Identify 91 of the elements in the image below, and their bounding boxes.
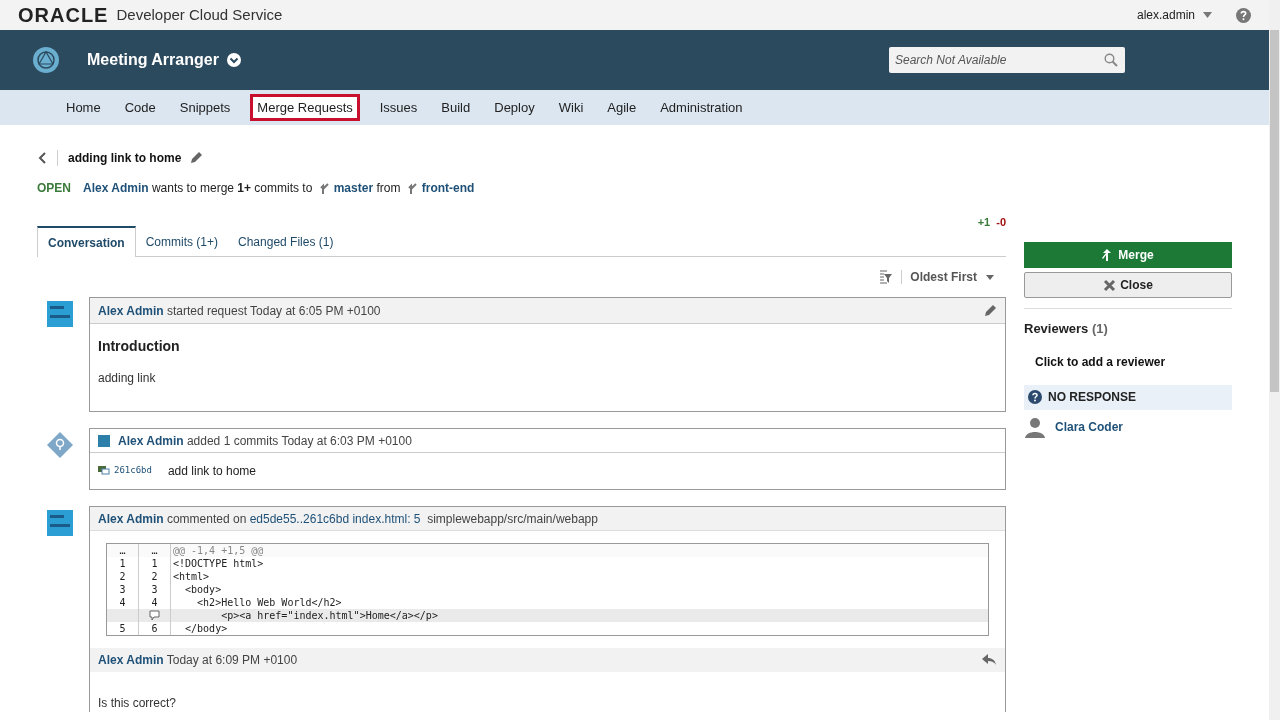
nav-tab[interactable]: Agile	[603, 94, 641, 121]
entry-header: Alex Admin commented on ed5de55..261c6bd index.html: 5 simplewebapp/src/main/webapp	[98, 510, 598, 528]
line-number: 4	[119, 597, 126, 608]
branch-icon	[319, 182, 330, 194]
pencil-icon[interactable]	[983, 303, 997, 318]
line-number: 2	[119, 571, 126, 582]
user-avatar-icon	[47, 301, 73, 327]
line-number: 1	[119, 558, 126, 569]
line-number: 3	[151, 583, 158, 596]
person-silhouette-icon	[1024, 415, 1046, 438]
line-number: 2	[151, 570, 158, 583]
scrollbar[interactable]	[1269, 0, 1280, 720]
request-title: adding link to home	[68, 150, 182, 167]
nav-tab[interactable]: Build	[437, 94, 475, 121]
reply-icon[interactable]	[982, 654, 997, 666]
description-heading: Introduction	[98, 337, 181, 356]
commit-hash-link[interactable]: 261c6bd	[114, 464, 152, 478]
nav-tab[interactable]: Merge Requests	[250, 94, 360, 121]
author-link[interactable]: Alex Admin	[98, 653, 164, 667]
sort-dropdown[interactable]: Oldest First	[910, 268, 994, 286]
branch-link[interactable]: front-end	[421, 181, 475, 195]
dropdown-circle-icon[interactable]	[226, 53, 241, 67]
lines-added: +1	[977, 215, 991, 228]
author-link[interactable]: Alex Admin	[98, 511, 164, 526]
user-avatar	[98, 434, 110, 447]
code-line: <p><a href="index.html">Home</a></p>	[220, 609, 438, 622]
nav-tab[interactable]: Code	[120, 94, 160, 121]
project-logo-icon	[32, 46, 60, 74]
line-number: 1	[151, 557, 158, 570]
reply-header: Alex Admin Today at 6:09 PM +0100	[98, 652, 298, 669]
response-status: NO RESPONSE	[1048, 389, 1137, 406]
commit-range-link[interactable]: ed5de55..261c6bd	[249, 511, 350, 526]
code-line: <h2>Hello Web World</h2>	[196, 596, 342, 609]
close-icon	[1103, 278, 1117, 292]
author-link[interactable]: Alex Admin	[118, 433, 184, 448]
brand-logo: ORACLE	[18, 3, 109, 28]
code-line: </body>	[184, 622, 228, 635]
nav-tab[interactable]: Issues	[375, 94, 422, 121]
reviewers-heading: Reviewers (1)	[1024, 321, 1108, 336]
line-number: 4	[151, 596, 158, 609]
line-number: …	[119, 545, 126, 556]
branch-icon	[407, 182, 418, 194]
reviewer-link[interactable]: Clara Coder	[1055, 417, 1124, 436]
comment-icon[interactable]	[149, 610, 160, 621]
nav-tab[interactable]: Deploy	[490, 94, 539, 121]
code-line: @@ -1,4 +1,5 @@	[172, 544, 264, 557]
commit-message: add link to home	[167, 463, 256, 480]
line-number: 6	[151, 622, 158, 635]
content-tab[interactable]: Commits (1+)	[135, 226, 229, 257]
description-text: adding link	[98, 370, 157, 387]
scrollbar-thumb[interactable]	[1270, 30, 1279, 392]
search-icon[interactable]	[1104, 53, 1118, 67]
pencil-icon[interactable]	[189, 151, 204, 165]
code-line: <html>	[172, 570, 210, 583]
commit-diamond-icon	[47, 432, 73, 458]
merge-button[interactable]: Merge	[1024, 242, 1232, 268]
commit-comment-icon	[98, 465, 110, 477]
nav-tab[interactable]: Wiki	[554, 94, 588, 121]
filter-icon[interactable]	[879, 270, 894, 284]
search-field[interactable]: Search Not Available	[889, 47, 1125, 73]
caret-icon	[986, 274, 994, 280]
product-name: Developer Cloud Service	[116, 4, 283, 25]
project-name[interactable]: Meeting Arranger	[87, 48, 219, 72]
status-label: OPEN	[37, 180, 71, 197]
merge-summary: Alex Admin wants to merge 1+ commits to master from front-end	[83, 180, 475, 197]
comment-text: Is this correct?	[97, 695, 178, 712]
code-line: <!DOCTYPE html>	[172, 557, 264, 570]
entry-header: Alex Admin added 1 commits Today at 6:03 PM +0100	[118, 432, 412, 450]
question-icon	[1028, 390, 1042, 404]
file-link[interactable]: index.html: 5	[352, 511, 421, 526]
merge-icon	[1102, 249, 1113, 261]
lines-removed: -0	[996, 215, 1006, 228]
content-tab[interactable]: Changed Files (1)	[228, 226, 344, 257]
code-line: <body>	[184, 583, 222, 596]
nav-tab[interactable]: Snippets	[175, 94, 235, 121]
help-icon[interactable]	[1236, 7, 1251, 23]
author-link[interactable]: Alex Admin	[83, 181, 149, 195]
nav-tab[interactable]: Home	[62, 94, 105, 121]
caret-icon	[1203, 12, 1212, 18]
user-avatar-icon	[47, 510, 73, 536]
content-tab[interactable]: Conversation	[37, 226, 136, 257]
line-number: 5	[119, 623, 126, 634]
entry-header: Alex Admin started request Today at 6:05 PM +0100	[98, 302, 381, 320]
nav-tab[interactable]: Administration	[656, 94, 747, 121]
line-number: 3	[119, 584, 126, 595]
user-menu[interactable]: alex.admin	[1136, 6, 1212, 24]
author-link[interactable]: Alex Admin	[98, 303, 164, 318]
add-reviewer-link[interactable]: Click to add a reviewer	[1035, 352, 1166, 371]
line-number: …	[151, 544, 158, 557]
branch-link[interactable]: master	[333, 181, 374, 195]
close-button[interactable]: Close	[1024, 272, 1232, 298]
